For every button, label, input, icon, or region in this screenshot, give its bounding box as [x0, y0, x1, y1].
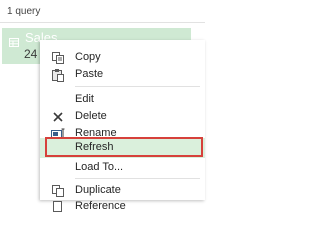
menu-item-label: Load To...	[75, 161, 124, 173]
menu-item-label: Duplicate	[75, 184, 121, 196]
menu-separator	[75, 86, 200, 87]
refresh-highlight-box	[45, 137, 203, 157]
paste-icon	[51, 68, 65, 82]
menu-item-label: Reference	[75, 200, 126, 212]
duplicate-icon	[51, 184, 65, 198]
context-menu: Copy Paste Edit Delete Rename Refresh Lo…	[40, 40, 205, 212]
header-divider	[0, 22, 205, 23]
query-count-label: 1 query	[7, 6, 41, 17]
reference-icon	[51, 200, 65, 214]
delete-icon	[51, 110, 65, 124]
copy-icon	[51, 51, 65, 65]
menu-item-label: Copy	[75, 51, 101, 63]
menu-item-label: Edit	[75, 93, 94, 105]
table-icon	[9, 34, 19, 47]
menu-item-load-to[interactable]: Load To...	[40, 158, 205, 178]
menu-item-reference[interactable]: Reference	[40, 197, 205, 217]
menu-item-label: Delete	[75, 110, 107, 122]
menu-item-paste[interactable]: Paste	[40, 65, 205, 85]
menu-item-label: Paste	[75, 68, 104, 80]
menu-separator	[75, 178, 200, 179]
